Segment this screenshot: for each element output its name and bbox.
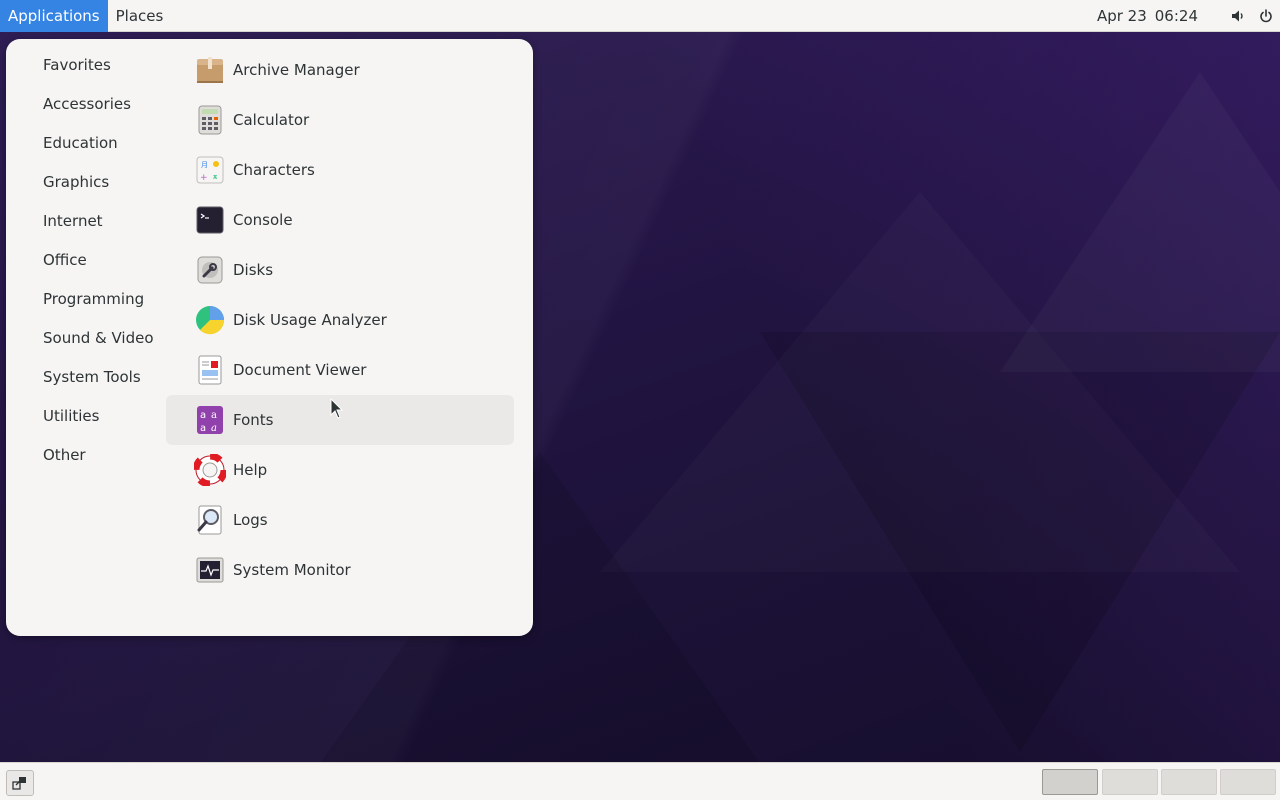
app-label: Disks [233, 261, 274, 279]
disks-icon [197, 256, 223, 284]
app-label: Document Viewer [233, 361, 367, 379]
app-list: Archive Manager Calculator 月 + ѫ Charact… [166, 45, 514, 595]
clock[interactable]: Apr 23 06:24 [1097, 7, 1224, 25]
app-document-viewer[interactable]: Document Viewer [166, 345, 514, 395]
top-panel: Applications Places Apr 23 06:24 [0, 0, 1280, 32]
category-education[interactable]: Education [43, 131, 154, 170]
category-accessories[interactable]: Accessories [43, 92, 154, 131]
app-help[interactable]: Help [166, 445, 514, 495]
category-other[interactable]: Other [43, 443, 154, 482]
wallpaper-shape [760, 332, 1280, 752]
applications-menu-button[interactable]: Applications [0, 0, 108, 32]
help-icon [194, 454, 226, 486]
app-system-monitor[interactable]: System Monitor [166, 545, 514, 595]
show-desktop-button[interactable] [6, 770, 34, 796]
characters-icon: 月 + ѫ [196, 156, 224, 184]
wallpaper-shape [1000, 72, 1280, 372]
app-archive-manager[interactable]: Archive Manager [166, 45, 514, 95]
system-monitor-icon [196, 557, 224, 583]
bottom-panel [0, 762, 1280, 800]
disk-usage-analyzer-icon [196, 306, 225, 335]
app-label: Help [233, 461, 268, 479]
workspace-3[interactable] [1161, 769, 1217, 795]
app-label: Calculator [233, 111, 310, 129]
svg-text:a: a [200, 423, 206, 434]
category-list: Favorites Accessories Education Graphics… [43, 53, 154, 482]
category-utilities[interactable]: Utilities [43, 404, 154, 443]
category-sound-video[interactable]: Sound & Video [43, 326, 154, 365]
category-system-tools[interactable]: System Tools [43, 365, 154, 404]
document-viewer-icon [198, 355, 222, 385]
svg-text:月: 月 [201, 161, 208, 169]
workspace-2[interactable] [1102, 769, 1158, 795]
clock-time: 06:24 [1154, 6, 1198, 25]
category-internet[interactable]: Internet [43, 209, 154, 248]
power-icon[interactable] [1252, 0, 1280, 32]
logs-icon [197, 505, 222, 535]
panel-status-area: Apr 23 06:24 [1097, 0, 1280, 32]
app-label: Characters [233, 161, 315, 179]
mouse-pointer-icon [330, 398, 344, 419]
app-label: Disk Usage Analyzer [233, 311, 387, 329]
clock-date: Apr 23 [1096, 6, 1147, 25]
console-icon [196, 206, 224, 234]
category-favorites[interactable]: Favorites [43, 53, 154, 92]
app-characters[interactable]: 月 + ѫ Characters [166, 145, 514, 195]
svg-text:+: + [200, 173, 208, 183]
app-disk-usage-analyzer[interactable]: Disk Usage Analyzer [166, 295, 514, 345]
category-office[interactable]: Office [43, 248, 154, 287]
workspace-1[interactable] [1042, 769, 1098, 795]
places-menu-button[interactable]: Places [108, 0, 172, 32]
applications-menu-popup: Favorites Accessories Education Graphics… [6, 39, 533, 636]
archive-manager-icon [197, 57, 223, 83]
app-label: System Monitor [233, 561, 351, 579]
svg-text:a: a [211, 410, 217, 421]
app-label: Console [233, 211, 293, 229]
show-desktop-icon [12, 777, 26, 790]
volume-icon[interactable] [1224, 0, 1252, 32]
svg-text:a: a [211, 423, 217, 434]
app-disks[interactable]: Disks [166, 245, 514, 295]
app-calculator[interactable]: Calculator [166, 95, 514, 145]
app-label: Archive Manager [233, 61, 360, 79]
svg-text:ѫ: ѫ [213, 173, 217, 181]
svg-text:a: a [200, 410, 206, 421]
category-graphics[interactable]: Graphics [43, 170, 154, 209]
calculator-icon [198, 105, 222, 135]
app-label: Logs [233, 511, 268, 529]
app-label: Fonts [233, 411, 274, 429]
app-logs[interactable]: Logs [166, 495, 514, 545]
workspace-4[interactable] [1220, 769, 1276, 795]
app-console[interactable]: Console [166, 195, 514, 245]
category-programming[interactable]: Programming [43, 287, 154, 326]
fonts-icon: a a a a [197, 406, 223, 434]
